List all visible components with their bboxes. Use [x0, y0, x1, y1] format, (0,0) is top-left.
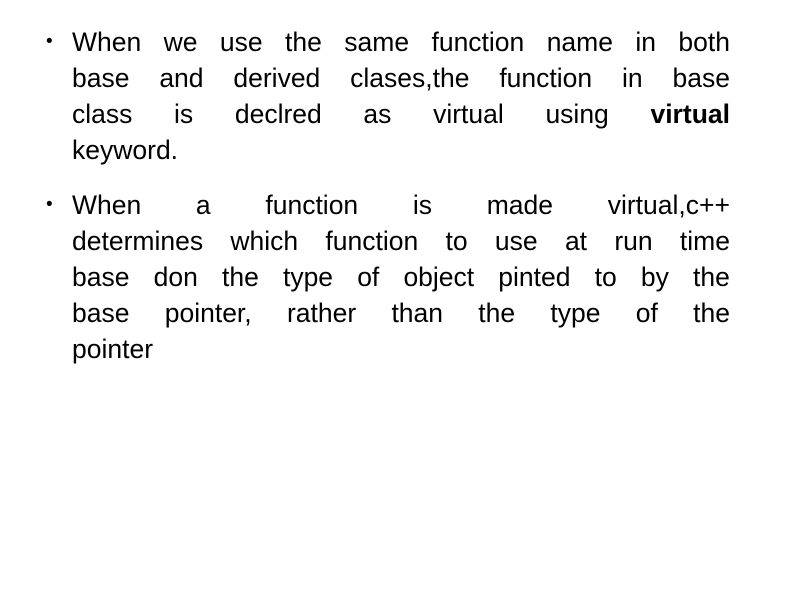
- text-line: determines which function to use at run time: [72, 223, 730, 259]
- word: at: [564, 226, 588, 256]
- bullet-point-icon: •: [46, 31, 53, 52]
- text-line: base and derived clases,the function in base: [72, 60, 730, 96]
- word: object: [403, 262, 475, 292]
- word: in: [621, 63, 643, 93]
- text-line: base don the type of object pinted to by the: [72, 259, 730, 295]
- word: the: [221, 262, 259, 292]
- text-line: When we use the same function name in both: [72, 24, 730, 60]
- word: pinted: [498, 262, 571, 292]
- word: use: [219, 27, 263, 57]
- word: derived: [233, 63, 321, 93]
- word: type: [550, 298, 601, 328]
- word: rather: [286, 298, 357, 328]
- word: base: [72, 298, 130, 328]
- word: and: [159, 63, 204, 93]
- bullet-text: When we use the same function name in both base an…: [72, 24, 730, 168]
- bullet-text: When a function is made virtual,c++ determines…: [72, 187, 730, 367]
- bullet-item: • When we use the same function name in both base a…: [40, 24, 740, 168]
- word: function: [325, 226, 419, 256]
- word: pointer: [72, 334, 154, 364]
- word: the: [285, 27, 322, 57]
- word: the: [693, 298, 730, 328]
- word: base: [672, 63, 730, 93]
- word: time: [679, 226, 730, 256]
- word: base: [72, 63, 130, 93]
- word: virtual,c++: [607, 190, 730, 220]
- word: pointer,: [164, 298, 252, 328]
- word: to: [445, 226, 468, 256]
- word: by: [640, 262, 669, 292]
- word: we: [163, 27, 198, 57]
- text-line: pointer: [72, 331, 730, 367]
- word: don: [153, 262, 198, 292]
- word: base: [72, 262, 130, 292]
- word: name: [546, 27, 613, 57]
- word: in: [635, 27, 657, 57]
- word: both: [678, 27, 730, 57]
- word: When: [72, 27, 142, 57]
- word: keyword.: [72, 135, 179, 165]
- word: of: [635, 298, 658, 328]
- word: the: [693, 262, 730, 292]
- word: When: [72, 190, 142, 220]
- word: same: [344, 27, 410, 57]
- word: determines: [72, 226, 204, 256]
- text-line: When a function is made virtual,c++: [72, 187, 730, 223]
- word: made: [486, 190, 553, 220]
- word: function: [265, 190, 359, 220]
- slide-canvas: • When we use the same function name in both base a…: [0, 0, 794, 595]
- word: type: [282, 262, 334, 292]
- word: as: [363, 99, 392, 129]
- word: virtual: [650, 99, 730, 129]
- word: function: [431, 27, 525, 57]
- bullet-item: • When a function is made virtual,c++ determine…: [40, 187, 740, 367]
- text-line: base pointer, rather than the type of the: [72, 295, 730, 331]
- bullet-point-icon: •: [46, 194, 53, 215]
- text-line: keyword.: [72, 132, 730, 168]
- word: declred: [234, 99, 322, 129]
- word: virtual: [433, 99, 504, 129]
- word: of: [357, 262, 380, 292]
- word: which: [230, 226, 299, 256]
- word: clases,the: [350, 63, 470, 93]
- word: the: [478, 298, 516, 328]
- word: run: [614, 226, 653, 256]
- word: class: [72, 99, 133, 129]
- word: use: [494, 226, 538, 256]
- word: using: [545, 99, 609, 129]
- word: to: [594, 262, 617, 292]
- word: is: [412, 190, 433, 220]
- word: is: [174, 99, 194, 129]
- text-line: class is declred as virtual using virtual: [72, 96, 730, 132]
- word: a: [195, 190, 211, 220]
- word: function: [499, 63, 593, 93]
- word: than: [391, 298, 444, 328]
- slide-content-body: • When we use the same function name in both base a…: [40, 24, 740, 367]
